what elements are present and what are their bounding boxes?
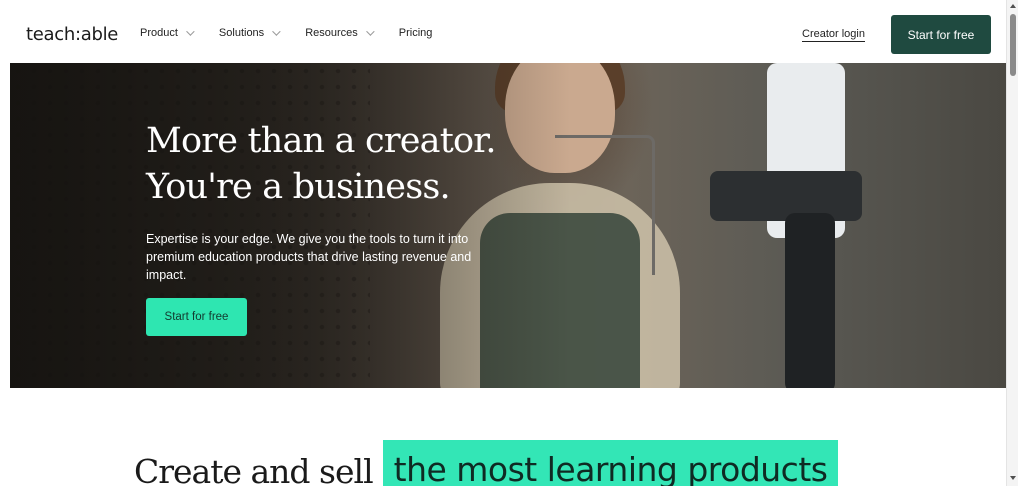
- hero-title: More than a creator. You're a business.: [146, 118, 496, 210]
- nav-item-label: Resources: [305, 27, 358, 39]
- hero-photo-saw: [555, 135, 655, 275]
- nav-item-product[interactable]: Product: [140, 27, 195, 39]
- hero-title-line: More than a creator.: [146, 121, 496, 161]
- section-headline: Create and sell the most learning produc…: [134, 440, 839, 486]
- headline-plain-text: Create and sell: [134, 452, 374, 486]
- nav-item-label: Solutions: [218, 27, 265, 39]
- teachable-logo[interactable]: teach:able: [26, 24, 118, 45]
- chevron-down-icon: [186, 27, 195, 36]
- hero-title-line: You're a business.: [146, 167, 451, 207]
- nav-item-label: Pricing: [398, 27, 433, 39]
- scrollbar-thumb[interactable]: [1010, 14, 1016, 76]
- nav-item-resources[interactable]: Resources: [305, 27, 375, 39]
- chevron-down-icon: [365, 27, 375, 36]
- nav-item-label: Product: [140, 27, 178, 39]
- nav-item-pricing[interactable]: Pricing: [399, 27, 433, 39]
- nav-item-solutions[interactable]: Solutions: [218, 27, 281, 39]
- hero-photo-tripod: [785, 213, 835, 388]
- chevron-down-icon: [272, 27, 281, 36]
- creator-login-link[interactable]: Creator login: [802, 28, 865, 42]
- scroll-up-arrow-icon[interactable]: [1010, 4, 1016, 8]
- vertical-scrollbar[interactable]: [1006, 0, 1018, 486]
- hero-start-for-free-button[interactable]: Start for free: [146, 298, 247, 336]
- hero-photo-phone-mount: [710, 171, 862, 221]
- hero-overlay: [10, 63, 570, 388]
- start-for-free-button[interactable]: Start for free: [891, 15, 991, 54]
- hero-description: Expertise is your edge. We give you the …: [146, 232, 472, 282]
- scroll-down-arrow-icon[interactable]: [1010, 476, 1016, 480]
- top-navigation: teach:able Product Solutions Resources P…: [0, 0, 1006, 63]
- headline-highlight-text: the most learning products: [382, 440, 839, 486]
- hero-banner: More than a creator. You're a business. …: [10, 63, 1006, 388]
- main-menu: Product Solutions Resources Pricing: [140, 27, 459, 39]
